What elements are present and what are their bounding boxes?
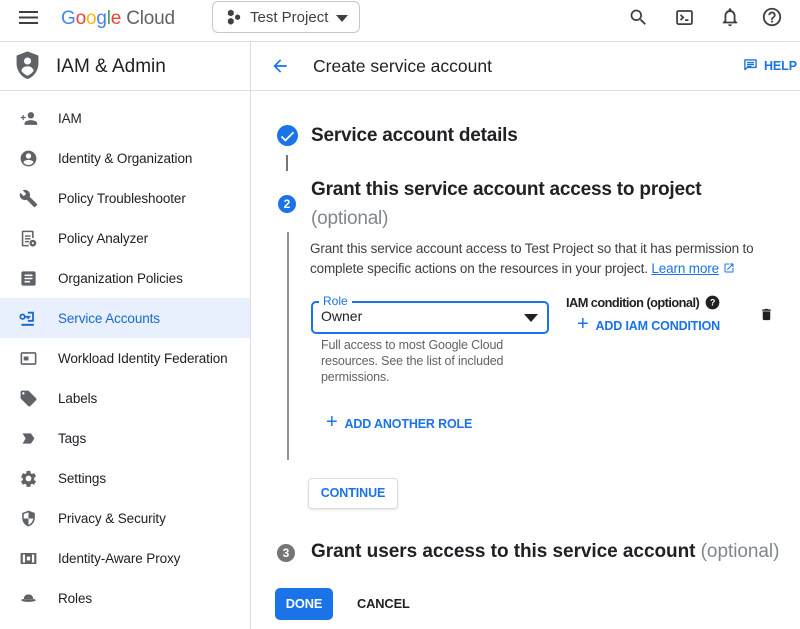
svg-text:?: ?	[710, 298, 715, 308]
